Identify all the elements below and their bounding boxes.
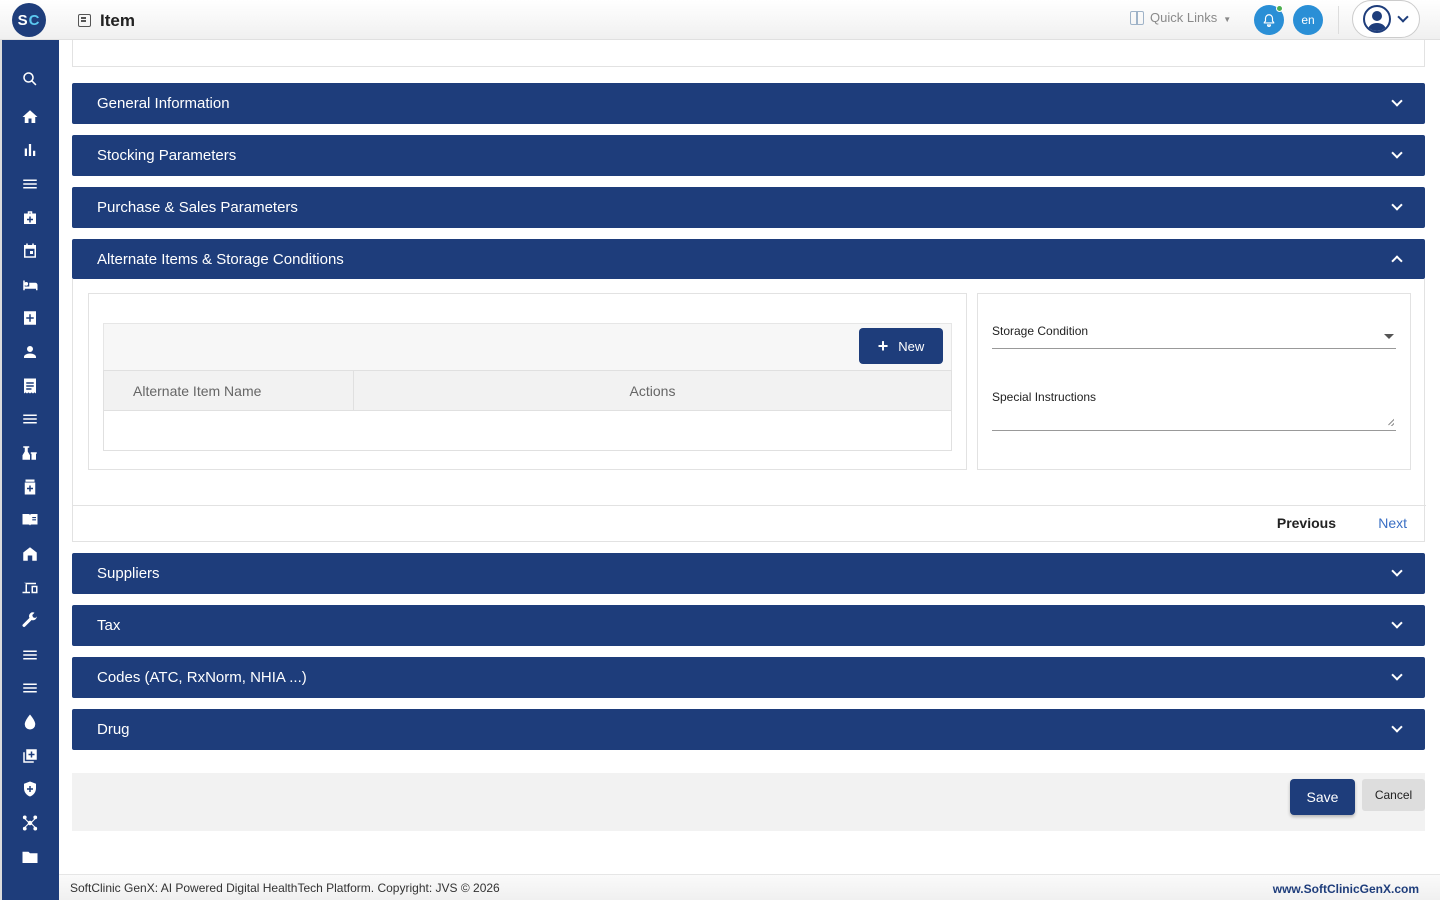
- section-codes[interactable]: Codes (ATC, RxNorm, NHIA ...): [72, 657, 1425, 698]
- quick-links-label: Quick Links: [1150, 10, 1218, 25]
- section-title: General Information: [97, 95, 230, 112]
- chevron-down-icon: [1391, 147, 1403, 159]
- section-title: Stocking Parameters: [97, 147, 237, 164]
- section-title: Alternate Items & Storage Conditions: [97, 250, 344, 268]
- vials-icon[interactable]: [19, 442, 41, 464]
- medical-cross-icon[interactable]: [19, 307, 41, 329]
- folder-icon[interactable]: [19, 846, 41, 868]
- list-alt2-icon[interactable]: [19, 677, 41, 699]
- add-box-icon[interactable]: [19, 745, 41, 767]
- column-header-alternate-item-name[interactable]: Alternate Item Name: [104, 371, 354, 410]
- devices-icon[interactable]: [19, 577, 41, 599]
- section-stocking-parameters[interactable]: Stocking Parameters: [72, 135, 1425, 176]
- save-button[interactable]: Save: [1290, 779, 1355, 815]
- gift-icon: [1130, 10, 1144, 25]
- next-button[interactable]: Next: [1378, 515, 1407, 531]
- section-tax[interactable]: Tax: [72, 605, 1425, 646]
- section-title: Codes (ATC, RxNorm, NHIA ...): [97, 669, 307, 686]
- section-title: Drug: [97, 721, 130, 738]
- caret-down-icon: ▼: [1223, 15, 1232, 24]
- alternate-items-body: + New Alternate Item Name Actions Storag…: [72, 279, 1426, 542]
- grid-toolbar: + New: [103, 323, 952, 370]
- user-icon[interactable]: [19, 341, 41, 363]
- grid-body-empty: [103, 411, 952, 451]
- chevron-down-icon: [1391, 565, 1403, 577]
- list-icon[interactable]: [19, 408, 41, 430]
- notification-status-dot: [1276, 5, 1283, 12]
- new-button-label: New: [898, 338, 925, 354]
- footer: SoftClinic GenX: AI Powered Digital Heal…: [59, 874, 1440, 900]
- section-general-information[interactable]: General Information: [72, 83, 1425, 124]
- language-button[interactable]: en: [1293, 5, 1323, 35]
- blood-drop-icon[interactable]: [19, 711, 41, 733]
- item-page-icon: [78, 14, 91, 27]
- special-instructions-underline: [992, 430, 1396, 431]
- footer-website-link[interactable]: www.SoftClinicGenX.com: [1273, 882, 1419, 896]
- chevron-down-icon: [1391, 617, 1403, 629]
- column-header-actions: Actions: [629, 382, 676, 399]
- grid-header: Alternate Item Name Actions: [103, 370, 952, 411]
- previous-button[interactable]: Previous: [1277, 515, 1336, 531]
- receipt-icon[interactable]: [19, 375, 41, 397]
- bell-icon: [1263, 14, 1275, 27]
- section-title: Tax: [97, 617, 121, 634]
- menu-icon[interactable]: [19, 173, 41, 195]
- alternate-items-panel: + New Alternate Item Name Actions: [88, 293, 967, 470]
- section-title: Purchase & Sales Parameters: [97, 199, 298, 216]
- section-suppliers[interactable]: Suppliers: [72, 553, 1425, 594]
- storage-condition-select[interactable]: [992, 318, 1396, 348]
- section-alternate-items[interactable]: Alternate Items & Storage Conditions: [72, 239, 1425, 279]
- special-instructions-textarea[interactable]: [992, 384, 1396, 430]
- section-title: Suppliers: [97, 565, 160, 582]
- list-alt-icon[interactable]: [19, 644, 41, 666]
- resize-handle-icon[interactable]: [1386, 418, 1394, 426]
- storage-panel: Storage Condition Special Instructions: [977, 293, 1411, 470]
- form-top-strip: [72, 40, 1425, 67]
- chevron-down-icon: [1391, 721, 1403, 733]
- briefcase-medical-icon[interactable]: [19, 207, 41, 229]
- notifications-button[interactable]: [1254, 5, 1284, 35]
- cancel-button[interactable]: Cancel: [1362, 779, 1425, 811]
- section-drug[interactable]: Drug: [72, 709, 1425, 750]
- plus-icon: +: [877, 336, 889, 356]
- book-icon[interactable]: [19, 509, 41, 531]
- bed-icon[interactable]: [19, 274, 41, 296]
- chevron-up-icon: [1391, 255, 1403, 267]
- bar-chart-icon[interactable]: [19, 139, 41, 161]
- storage-condition-underline: [992, 348, 1396, 349]
- chevron-down-icon: [1391, 95, 1403, 107]
- form-action-bar: Save Cancel: [72, 773, 1425, 831]
- chevron-down-icon: [1391, 199, 1403, 211]
- calendar-icon[interactable]: [19, 240, 41, 262]
- top-header: SC Item Quick Links ▼ en: [0, 0, 1440, 40]
- search-icon[interactable]: [19, 68, 41, 90]
- app-logo[interactable]: SC: [12, 3, 46, 37]
- shield-icon[interactable]: [19, 778, 41, 800]
- home-icon[interactable]: [19, 106, 41, 128]
- chevron-down-icon: [1397, 11, 1409, 23]
- network-icon[interactable]: [19, 812, 41, 834]
- sidebar: [0, 40, 59, 900]
- caret-down-icon: [1384, 334, 1394, 339]
- wrench-icon[interactable]: [19, 610, 41, 632]
- store-icon[interactable]: [19, 543, 41, 565]
- quick-links-dropdown[interactable]: Quick Links ▼: [1130, 10, 1231, 25]
- user-menu-button[interactable]: [1352, 0, 1420, 38]
- chevron-down-icon: [1391, 669, 1403, 681]
- user-avatar-icon: [1363, 5, 1391, 33]
- new-alternate-item-button[interactable]: + New: [859, 328, 943, 364]
- header-divider: [1338, 6, 1339, 34]
- section-navigation: Previous Next: [73, 505, 1426, 541]
- footer-copyright: SoftClinic GenX: AI Powered Digital Heal…: [70, 881, 500, 895]
- section-purchase-sales[interactable]: Purchase & Sales Parameters: [72, 187, 1425, 228]
- medicine-bottle-icon[interactable]: [19, 476, 41, 498]
- page-title: Item: [100, 11, 135, 30]
